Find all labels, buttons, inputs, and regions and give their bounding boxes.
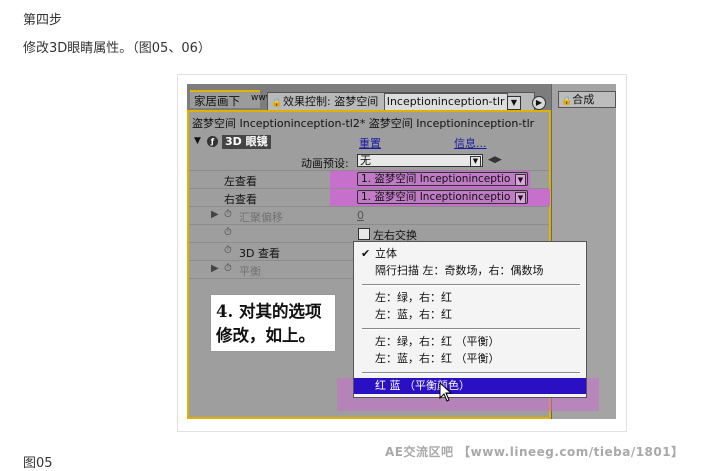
right-view-value: 1. 盗梦空间 Inceptioninceptio bbox=[361, 191, 511, 203]
menu-divider bbox=[362, 284, 580, 286]
layer-dropdown[interactable]: Inceptioninception-tlr bbox=[383, 93, 508, 110]
preset-value: 无 bbox=[360, 154, 371, 167]
step-description: 修改3D眼睛属性。（图05、06） bbox=[23, 41, 211, 56]
expand-triangle-icon[interactable]: ▶ bbox=[211, 263, 219, 274]
menu-item-red-blue-balanced-color[interactable]: 红 蓝 （平衡颜色） bbox=[354, 378, 586, 394]
menu-item-label: 左：蓝，右：红 （平衡） bbox=[375, 352, 500, 365]
fx-toggle-icon[interactable]: ƒ bbox=[207, 136, 218, 147]
stopwatch-icon[interactable]: ⏱ bbox=[224, 209, 232, 220]
effect-header: ▼ ƒ 3D 眼镜 重置 信息... bbox=[194, 135, 554, 151]
watermark: AE交流区吧 【www.lineeg.com/tieba/1801】 bbox=[385, 445, 684, 459]
menu-divider bbox=[362, 372, 580, 374]
tab-home[interactable]: 家居画下 bbox=[190, 90, 260, 108]
balance-label: 平衡 bbox=[239, 265, 261, 278]
reset-link[interactable]: 重置 bbox=[359, 135, 381, 151]
stopwatch-icon[interactable]: ⏱ bbox=[224, 263, 232, 274]
swap-checkbox[interactable] bbox=[358, 228, 370, 240]
panel-menu-icon[interactable]: ▶ bbox=[532, 96, 546, 110]
view-3d-label: 3D 查看 bbox=[239, 247, 280, 260]
menu-item-blue-red-balanced[interactable]: 左：蓝，右：红 （平衡） bbox=[354, 351, 586, 367]
menu-item-label: 左：绿，右：红 bbox=[375, 291, 452, 304]
menu-item-interlace[interactable]: 隔行扫描 左：奇数场，右：偶数场 bbox=[354, 263, 586, 279]
collapse-triangle-icon[interactable]: ▼ bbox=[194, 136, 201, 146]
converge-row: ▶ ⏱ 汇聚偏移 0 bbox=[189, 207, 549, 225]
preset-label: 动画预设: bbox=[301, 157, 349, 170]
stopwatch-icon[interactable]: ⏱ bbox=[224, 245, 232, 256]
converge-value[interactable]: 0 bbox=[357, 209, 364, 222]
lock-icon[interactable]: 🔒 bbox=[271, 95, 282, 110]
right-view-select[interactable]: 1. 盗梦空间 Inceptioninceptio ▼ bbox=[357, 190, 528, 204]
annotation-callout: 4. 对其的选项 修改，如上。 bbox=[210, 294, 336, 352]
left-view-row: 左查看 1. 盗梦空间 Inceptioninceptio ▼ bbox=[189, 171, 549, 189]
tab-composition-label: 合成 bbox=[572, 93, 595, 106]
dropdown-arrow-icon[interactable]: ▼ bbox=[507, 96, 521, 110]
menu-item-blue-red[interactable]: 左：蓝，右：红 bbox=[354, 307, 586, 323]
screenshot: 家居画下 www.home.cn 🔒效果控制: 盗梦空间 Inceptionin… bbox=[187, 84, 616, 419]
preset-row: 动画预设: 无 ▼ ◀▶ bbox=[189, 153, 549, 171]
menu-item-green-red-balanced[interactable]: 左：绿，右：红 （平衡） bbox=[354, 334, 586, 350]
menu-item-label: 左：蓝，右：红 bbox=[375, 308, 452, 321]
stopwatch-icon[interactable]: ⏱ bbox=[224, 227, 232, 238]
left-view-label: 左查看 bbox=[224, 175, 257, 188]
preset-nav-icon[interactable]: ◀▶ bbox=[488, 155, 502, 165]
chevron-down-icon[interactable]: ▼ bbox=[515, 192, 526, 203]
menu-item-label: 立体 bbox=[375, 247, 397, 260]
mouse-cursor-icon bbox=[439, 382, 453, 402]
checkmark-icon: ✔ bbox=[361, 247, 371, 260]
breadcrumb: 盗梦空间 Inceptioninception-tl2* 盗梦空间 Incept… bbox=[192, 117, 535, 130]
right-view-row: 右查看 1. 盗梦空间 Inceptioninceptio ▼ bbox=[189, 189, 550, 207]
preset-select[interactable]: 无 ▼ bbox=[357, 154, 483, 167]
info-link[interactable]: 信息... bbox=[454, 135, 487, 151]
menu-item-green-red[interactable]: 左：绿，右：红 bbox=[354, 290, 586, 306]
menu-divider bbox=[362, 328, 580, 330]
converge-label: 汇聚偏移 bbox=[239, 211, 283, 224]
lock-icon[interactable]: 🔒 bbox=[561, 96, 572, 106]
step-title: 第四步 bbox=[23, 13, 63, 28]
right-view-label: 右查看 bbox=[224, 193, 257, 206]
callout-line-2: 修改，如上。 bbox=[216, 326, 315, 345]
figure-caption: 图05 bbox=[23, 456, 53, 471]
tab-composition[interactable]: 🔒合成 bbox=[558, 91, 616, 108]
tab-effect-controls[interactable]: 🔒效果控制: 盗梦空间 Inceptioninception-tlr bbox=[267, 92, 535, 110]
menu-item-label: 红 蓝 （平衡颜色） bbox=[375, 379, 470, 392]
menu-item-stereo[interactable]: ✔ 立体 bbox=[354, 246, 586, 262]
tab-effect-controls-label: 效果控制: 盗梦空间 bbox=[283, 95, 379, 108]
view-3d-dropdown-menu: ✔ 立体 隔行扫描 左：奇数场，右：偶数场 左：绿，右：红 左：蓝，右：红 左：… bbox=[353, 241, 587, 398]
menu-item-label: 隔行扫描 左：奇数场，右：偶数场 bbox=[375, 264, 544, 277]
chevron-down-icon[interactable]: ▼ bbox=[470, 156, 481, 167]
effect-name: 3D 眼镜 bbox=[222, 135, 271, 149]
expand-triangle-icon[interactable]: ▶ bbox=[211, 209, 219, 220]
left-view-value: 1. 盗梦空间 Inceptioninceptio bbox=[361, 173, 511, 185]
callout-line-1: 4. 对其的选项 bbox=[216, 302, 322, 321]
left-view-select[interactable]: 1. 盗梦空间 Inceptioninceptio ▼ bbox=[357, 172, 528, 186]
chevron-down-icon[interactable]: ▼ bbox=[515, 174, 526, 185]
menu-item-label: 左：绿，右：红 （平衡） bbox=[375, 335, 500, 348]
